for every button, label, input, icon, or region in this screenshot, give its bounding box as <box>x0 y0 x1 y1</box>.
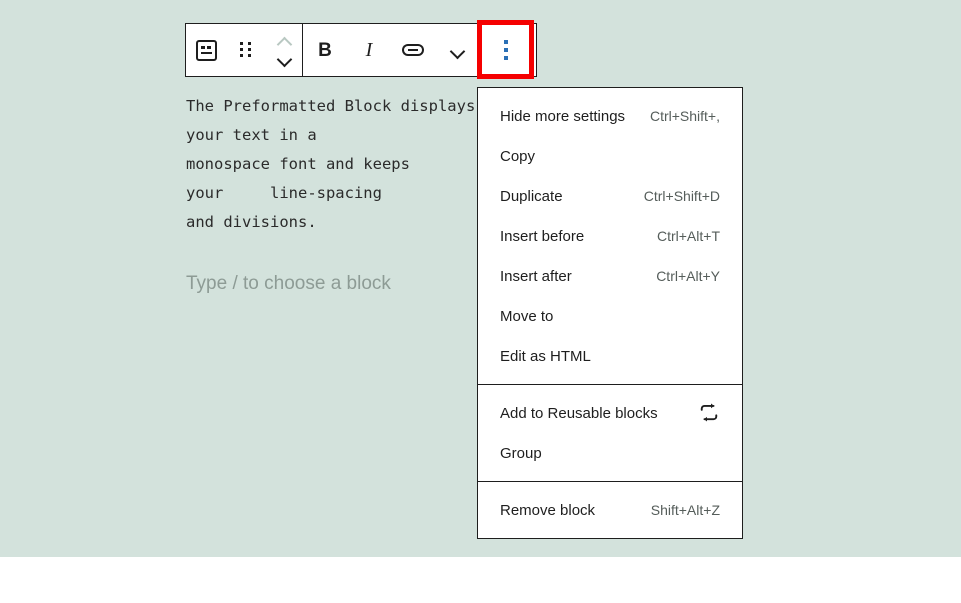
menu-item-label: Copy <box>500 148 535 165</box>
menu-section-remove: Remove block Shift+Alt+Z <box>478 481 742 538</box>
menu-section-block-actions: Hide more settings Ctrl+Shift+, Copy Dup… <box>478 88 742 384</box>
block-toolbar-format-group: B I <box>302 24 479 76</box>
menu-item-insert-before[interactable]: Insert before Ctrl+Alt+T <box>478 216 742 256</box>
menu-item-duplicate[interactable]: Duplicate Ctrl+Shift+D <box>478 176 742 216</box>
preformatted-block-text[interactable]: The Preformatted Block displays your tex… <box>186 92 486 237</box>
menu-item-shortcut: Ctrl+Alt+Y <box>656 268 720 284</box>
menu-item-hide-more-settings[interactable]: Hide more settings Ctrl+Shift+, <box>478 96 742 136</box>
menu-item-label: Duplicate <box>500 188 563 205</box>
chevron-up-icon[interactable] <box>278 39 291 47</box>
more-rich-text-button[interactable] <box>435 24 479 76</box>
italic-label: I <box>366 40 373 60</box>
menu-item-label: Move to <box>500 308 553 325</box>
menu-item-label: Insert before <box>500 228 584 245</box>
menu-item-label: Add to Reusable blocks <box>500 405 658 422</box>
link-button[interactable] <box>391 24 435 76</box>
menu-item-add-to-reusable-blocks[interactable]: Add to Reusable blocks <box>478 393 742 433</box>
menu-item-label: Insert after <box>500 268 572 285</box>
chevron-down-icon <box>450 46 464 55</box>
menu-section-block-transforms: Add to Reusable blocks Group <box>478 384 742 481</box>
menu-item-shortcut: Ctrl+Shift+, <box>650 108 720 124</box>
empty-paragraph-placeholder[interactable]: Type / to choose a block <box>186 273 391 295</box>
menu-item-label: Remove block <box>500 502 595 519</box>
drag-handle-button[interactable] <box>226 24 266 76</box>
block-mover <box>266 24 302 76</box>
preformatted-block-icon <box>196 40 217 61</box>
menu-item-copy[interactable]: Copy <box>478 136 742 176</box>
more-options-menu: Hide more settings Ctrl+Shift+, Copy Dup… <box>477 87 743 539</box>
menu-item-shortcut: Ctrl+Alt+T <box>657 228 720 244</box>
menu-item-remove-block[interactable]: Remove block Shift+Alt+Z <box>478 490 742 530</box>
bold-label: B <box>318 41 332 60</box>
menu-item-label: Group <box>500 445 542 462</box>
kebab-menu-icon <box>504 40 508 60</box>
more-options-button[interactable] <box>477 20 534 79</box>
menu-item-move-to[interactable]: Move to <box>478 296 742 336</box>
block-toolbar-block-group <box>186 24 302 76</box>
link-icon <box>402 44 424 56</box>
menu-item-shortcut: Shift+Alt+Z <box>651 502 720 518</box>
menu-item-insert-after[interactable]: Insert after Ctrl+Alt+Y <box>478 256 742 296</box>
menu-item-shortcut: Ctrl+Shift+D <box>644 188 720 204</box>
menu-item-label: Edit as HTML <box>500 348 591 365</box>
reusable-blocks-icon <box>698 403 720 423</box>
italic-button[interactable]: I <box>347 24 391 76</box>
bold-button[interactable]: B <box>303 24 347 76</box>
menu-item-edit-as-html[interactable]: Edit as HTML <box>478 336 742 376</box>
menu-item-label: Hide more settings <box>500 108 625 125</box>
block-type-button[interactable] <box>186 24 226 76</box>
menu-item-group[interactable]: Group <box>478 433 742 473</box>
drag-handle-icon <box>240 42 252 58</box>
chevron-down-icon[interactable] <box>278 53 291 61</box>
